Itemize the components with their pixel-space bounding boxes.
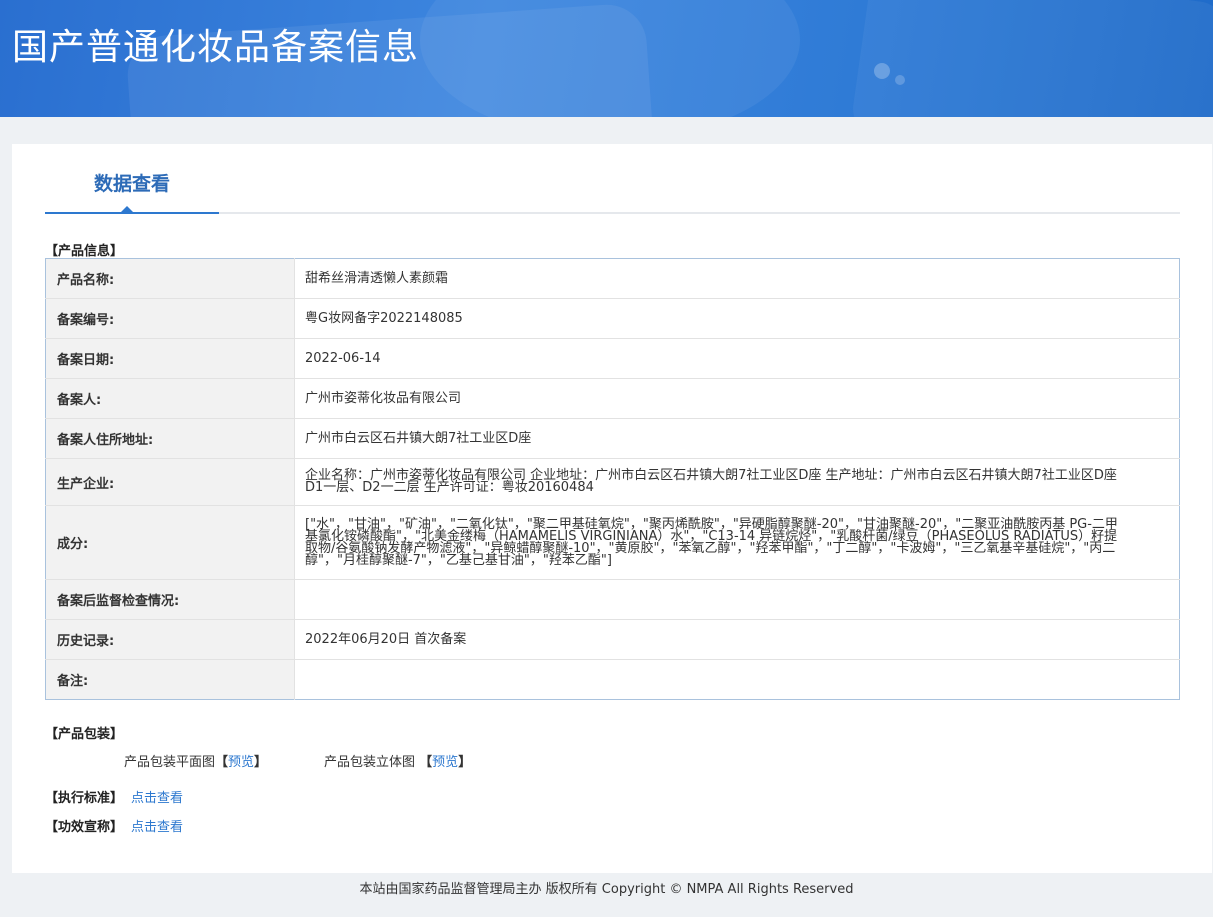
table-row: 备案日期: 2022-06-14 [45, 338, 1180, 379]
table-row: 备案人: 广州市姿蒂化妆品有限公司 [45, 378, 1180, 419]
packaging-title: 【产品包装】 [45, 727, 124, 742]
row-label: 成分: [45, 505, 295, 580]
row-value [294, 659, 1180, 700]
row-value: 2022-06-14 [294, 338, 1180, 379]
banner-decoration [895, 75, 905, 85]
table-row: 备案编号: 粤G妆网备字2022148085 [45, 298, 1180, 339]
tab-active-caret [121, 206, 133, 212]
efficacy-row: 【功效宣称】 点击查看 [45, 816, 183, 835]
tab-label: 数据查看 [93, 173, 170, 195]
packaging-stereo-preview-link[interactable]: 预览 [432, 755, 458, 770]
row-label: 历史记录: [45, 619, 295, 660]
table-row: 成分: ["水"，"甘油"，"矿油"，"二氧化钛"，"聚二甲基硅氧烷"，"聚丙烯… [45, 505, 1180, 580]
row-value: 广州市姿蒂化妆品有限公司 [294, 378, 1180, 419]
row-value: 2022年06月20日 首次备案 [294, 619, 1180, 660]
row-label: 备案编号: [45, 298, 295, 339]
table-row: 历史记录: 2022年06月20日 首次备案 [45, 619, 1180, 660]
banner-decoration [874, 63, 890, 79]
banner-decoration [420, 0, 800, 117]
table-row: 备案人住所地址: 广州市白云区石井镇大朗7社工业区D座 [45, 418, 1180, 459]
row-label: 备注: [45, 659, 295, 700]
product-info-title: 【产品信息】 [45, 244, 124, 259]
row-value: 甜希丝滑清透懒人素颜霜 [305, 270, 449, 286]
row-value: ["水"，"甘油"，"矿油"，"二氧化钛"，"聚二甲基硅氧烷"，"聚丙烯酰胺"，… [294, 505, 1180, 580]
row-value: 广州市白云区石井镇大朗7社工业区D座 [294, 418, 1180, 459]
row-value: 粤G妆网备字2022148085 [294, 298, 1180, 339]
header-banner: 国产普通化妆品备案信息 [0, 0, 1213, 117]
product-info-table: 产品名称: 甜希丝滑清透懒人素颜霜 备案编号: 粤G妆网备字2022148085… [45, 258, 1180, 700]
standard-row: 【执行标准】 点击查看 [45, 787, 183, 806]
standard-view-link[interactable]: 点击查看 [131, 791, 183, 806]
packaging-stereo: 产品包装立体图 【预览】 [324, 755, 472, 770]
packaging-stereo-label: 产品包装立体图 [324, 755, 416, 770]
row-value: 企业名称：广州市姿蒂化妆品有限公司 企业地址：广州市白云区石井镇大朗7社工业区D… [294, 458, 1180, 506]
tab-data-view[interactable]: 数据查看 [45, 144, 219, 214]
page-title: 国产普通化妆品备案信息 [12, 27, 420, 68]
footer-copyright: 本站由国家药品监督管理局主办 版权所有 Copyright © NMPA All… [359, 882, 854, 897]
row-value [294, 579, 1180, 620]
table-row: 产品名称: 甜希丝滑清透懒人素颜霜 [45, 258, 1180, 299]
row-label: 备案后监督检查情况: [45, 579, 295, 620]
row-label: 备案人住所地址: [45, 418, 295, 459]
main-card: 数据查看 【产品信息】 产品名称: 甜希丝滑清透懒人素颜霜 备案编号: 粤G妆网… [12, 144, 1212, 873]
packaging-flat: 产品包装平面图【预览】 [124, 755, 268, 770]
row-label: 产品名称: [45, 258, 295, 299]
table-row: 生产企业: 企业名称：广州市姿蒂化妆品有限公司 企业地址：广州市白云区石井镇大朗… [45, 458, 1180, 506]
packaging-flat-preview-link[interactable]: 预览 [228, 755, 254, 770]
row-label: 生产企业: [45, 458, 295, 506]
packaging-flat-label: 产品包装平面图 [124, 755, 216, 770]
efficacy-view-link[interactable]: 点击查看 [131, 820, 183, 835]
row-label: 备案人: [45, 378, 295, 419]
banner-decoration [849, 0, 1213, 117]
row-label: 备案日期: [45, 338, 295, 379]
standard-label: 【执行标准】 [45, 791, 124, 806]
efficacy-label: 【功效宣称】 [45, 820, 124, 835]
tab-bar: 数据查看 [45, 144, 1180, 214]
table-row: 备案后监督检查情况: [45, 579, 1180, 620]
table-row: 备注: [45, 659, 1180, 700]
